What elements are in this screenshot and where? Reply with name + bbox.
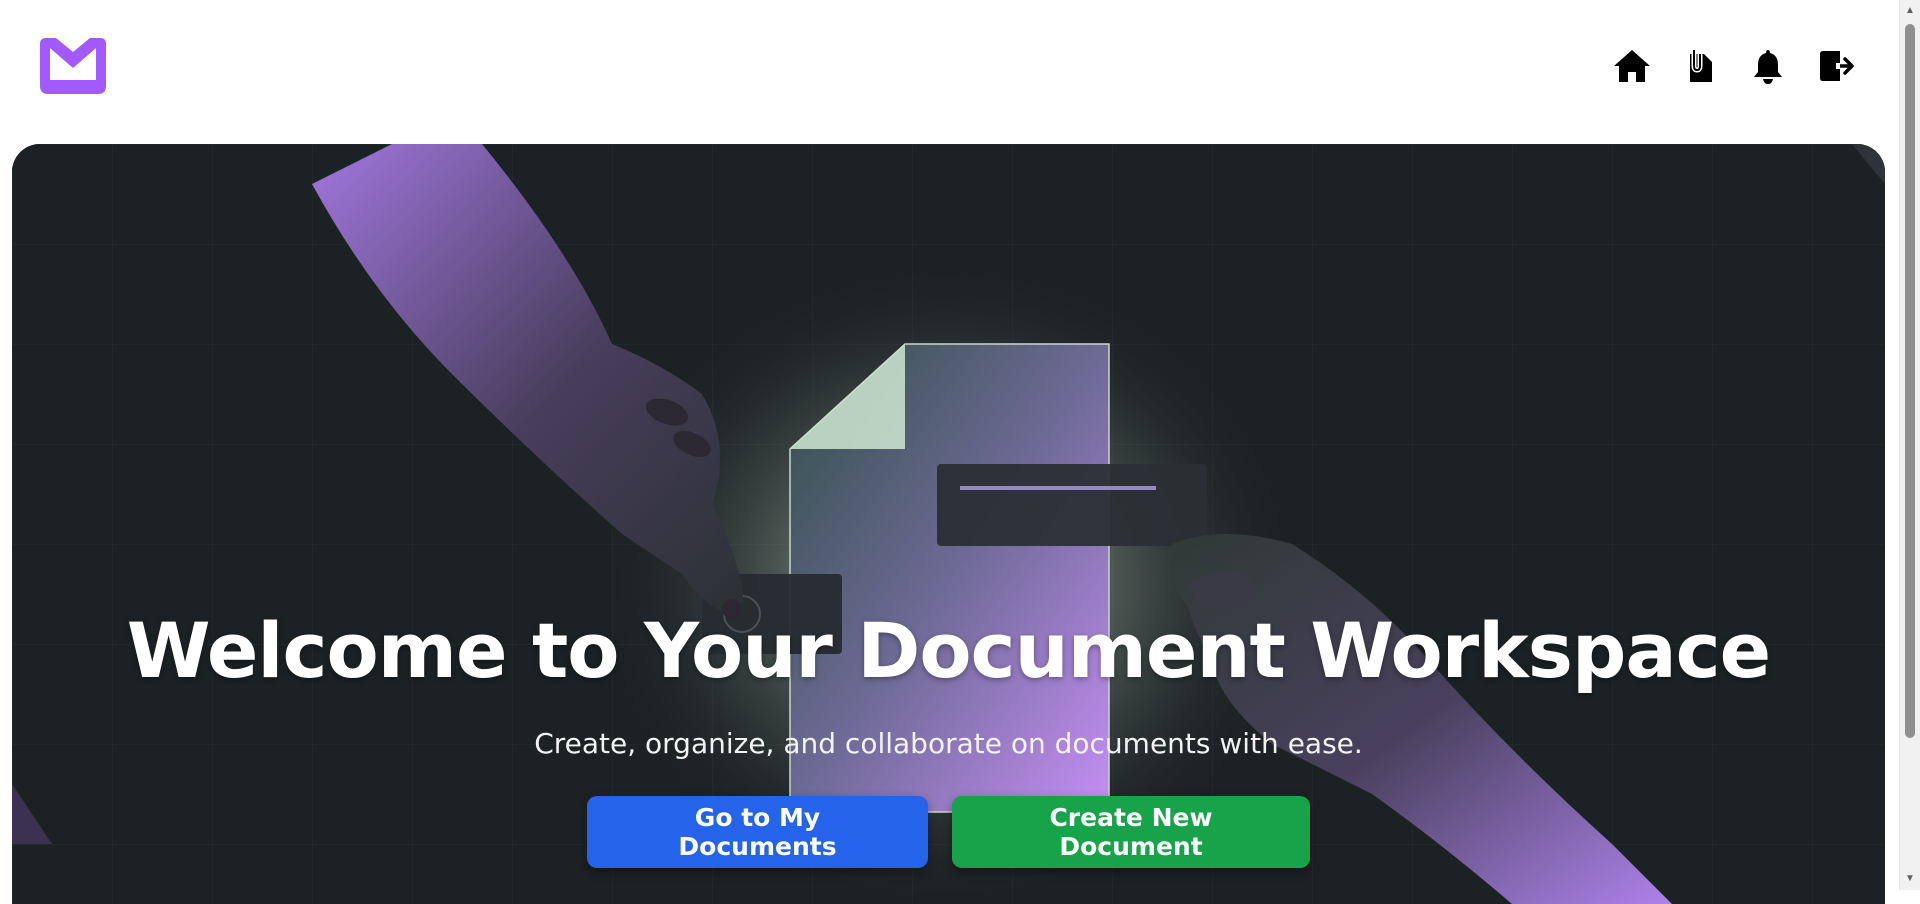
document-clip-icon [1690, 50, 1712, 82]
logout-icon [1820, 51, 1854, 81]
home-button[interactable] [1610, 44, 1654, 88]
logout-button[interactable] [1814, 44, 1858, 88]
header-nav [1610, 44, 1858, 88]
vertical-scrollbar[interactable]: ▲ ▼ [1899, 0, 1920, 890]
top-bar [0, 0, 1900, 144]
scroll-down-arrow-icon[interactable]: ▼ [1904, 874, 1916, 884]
go-to-my-documents-button[interactable]: Go to My Documents [587, 796, 928, 868]
hero-actions: Go to My Documents Create New Document [587, 796, 1310, 868]
scroll-up-arrow-icon[interactable]: ▲ [1904, 6, 1916, 16]
create-new-document-button[interactable]: Create New Document [952, 796, 1310, 868]
hero-title: Welcome to Your Document Workspace [126, 606, 1771, 695]
hero-subtitle: Create, organize, and collaborate on doc… [534, 727, 1363, 760]
notifications-button[interactable] [1746, 44, 1790, 88]
scrollbar-thumb[interactable] [1905, 24, 1915, 738]
bell-icon [1754, 50, 1782, 84]
hero-banner: Welcome to Your Document Workspace Creat… [12, 144, 1885, 904]
hands-passing-document-illustration [12, 144, 1885, 904]
app-logo[interactable] [36, 34, 110, 98]
home-icon [1614, 50, 1650, 82]
documents-button[interactable] [1678, 44, 1722, 88]
